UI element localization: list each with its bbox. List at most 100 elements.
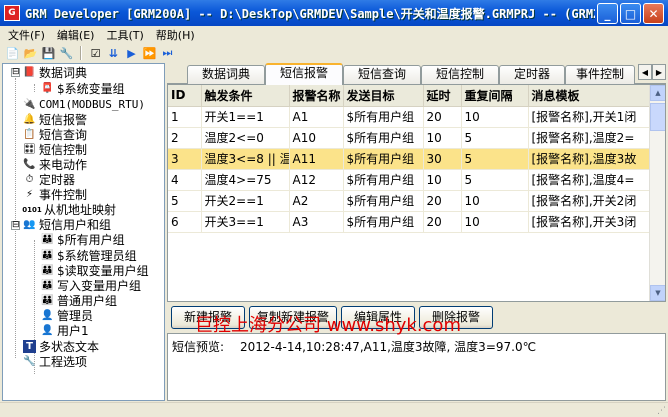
step-icon[interactable]: ⏭ bbox=[160, 46, 175, 61]
table-cell: 10 bbox=[461, 106, 529, 128]
column-header-id[interactable]: ID bbox=[168, 85, 202, 107]
tree-item-normal-group[interactable]: 👪 普通用户组 bbox=[41, 293, 117, 308]
tree-item-event-control[interactable]: ⚡ 事件控制 bbox=[23, 187, 87, 202]
tree-item-sms-users[interactable]: 👥 短信用户和组 bbox=[23, 217, 111, 232]
table-cell: $所有用户组 bbox=[343, 190, 424, 212]
table-row[interactable]: 2 温度2<=0 A10 $所有用户组 10 5 [报警名称],温度2= bbox=[168, 127, 651, 149]
table-cell: 30 bbox=[423, 148, 462, 170]
user-group-icon: 👪 bbox=[41, 280, 54, 291]
bell-icon: 🔔 bbox=[23, 114, 36, 125]
play-icon[interactable]: ▶ bbox=[124, 46, 139, 61]
table-row[interactable]: 4 温度4>=75 A12 $所有用户组 10 5 [报警名称],温度4= bbox=[168, 169, 651, 191]
table-row[interactable]: 6 开关3==1 A3 $所有用户组 20 10 [报警名称],开关3闭 bbox=[168, 211, 651, 233]
tree-item-label: $所有用户组 bbox=[57, 233, 125, 247]
menu-help[interactable]: 帮助(H) bbox=[152, 27, 199, 43]
table-cell: 2 bbox=[168, 127, 202, 149]
table-row[interactable]: 1 开关1==1 A1 $所有用户组 20 10 [报警名称],开关1闭 bbox=[168, 106, 651, 128]
tab-scroll-right-icon[interactable]: ▶ bbox=[652, 64, 666, 80]
column-header-alarm-name[interactable]: 报警名称 bbox=[289, 85, 344, 107]
tree-item-administrator[interactable]: 👤 管理员 bbox=[41, 308, 93, 323]
column-header-trigger[interactable]: 触发条件 bbox=[201, 85, 290, 107]
table-row[interactable]: 5 开关2==1 A2 $所有用户组 20 10 [报警名称],开关2闭 bbox=[168, 190, 651, 212]
table-cell: [报警名称],温度3故 bbox=[528, 148, 651, 170]
tree-item-system-vars[interactable]: 📮 $系统变量组 bbox=[41, 81, 124, 96]
control-icon: 🎛 bbox=[23, 144, 36, 155]
alarm-table[interactable]: ID 触发条件 报警名称 发送目标 延时 重复间隔 消息模板 1 开关1==1 … bbox=[167, 84, 666, 302]
tree-item-read-group[interactable]: 👪 $读取变量用户组 bbox=[41, 263, 148, 278]
minimize-button[interactable]: _ bbox=[597, 3, 618, 24]
tree-item-sms-alarm[interactable]: 🔔 短信报警 bbox=[23, 112, 87, 127]
table-cell: A3 bbox=[289, 211, 344, 233]
table-vertical-scrollbar[interactable]: ▲ ▼ bbox=[649, 85, 665, 301]
checklist-icon[interactable]: ☑ bbox=[88, 46, 103, 61]
sms-preview-text: 2012-4-14,10:28:47,A11,温度3故障, 温度3=97.0℃ bbox=[240, 340, 537, 354]
open-icon[interactable]: 📂 bbox=[23, 46, 38, 61]
serial-port-icon: 🔌 bbox=[23, 99, 36, 110]
tree-item-multistate-text[interactable]: T 多状态文本 bbox=[23, 339, 99, 354]
maximize-button[interactable]: □ bbox=[620, 3, 641, 24]
tab-sms-query[interactable]: 短信查询 bbox=[343, 65, 421, 84]
tree-item-label: COM1(MODBUS_RTU) bbox=[39, 98, 145, 111]
scrollbar-thumb[interactable] bbox=[650, 103, 665, 131]
tree-item-sms-control[interactable]: 🎛 短信控制 bbox=[23, 142, 87, 157]
menu-file[interactable]: 文件(F) bbox=[4, 27, 49, 43]
tab-sms-alarm[interactable]: 短信报警 bbox=[265, 63, 343, 85]
table-row-selected[interactable]: 3 温度3<=8 || 温 A11 $所有用户组 30 5 [报警名称],温度3… bbox=[168, 148, 651, 170]
menu-tools[interactable]: 工具(T) bbox=[102, 27, 147, 43]
sms-preview-panel: 短信预览: 2012-4-14,10:28:47,A11,温度3故障, 温度3=… bbox=[167, 333, 666, 401]
scroll-down-icon[interactable]: ▼ bbox=[650, 285, 665, 301]
tree-item-all-users-group[interactable]: 👪 $所有用户组 bbox=[41, 232, 125, 247]
column-header-repeat[interactable]: 重复间隔 bbox=[461, 85, 529, 107]
forward-icon[interactable]: ⏩ bbox=[142, 46, 157, 61]
column-header-template[interactable]: 消息模板 bbox=[528, 85, 651, 107]
menu-bar: 文件(F) 编辑(E) 工具(T) 帮助(H) bbox=[0, 26, 668, 44]
text-icon: T bbox=[23, 340, 36, 353]
table-cell: [报警名称],开关1闭 bbox=[528, 106, 651, 128]
table-cell: 3 bbox=[168, 148, 202, 170]
project-tree[interactable]: ⊟ 📕 数据词典 📮 $系统变量组 🔌 COM1(MODBUS_RTU) 🔔 短… bbox=[2, 63, 165, 401]
save-icon[interactable]: 💾 bbox=[41, 46, 56, 61]
download-icon[interactable]: ⇊ bbox=[106, 46, 121, 61]
table-cell: 1 bbox=[168, 106, 202, 128]
tree-connector bbox=[15, 78, 16, 358]
tab-scroll-left-icon[interactable]: ◀ bbox=[638, 64, 652, 80]
tree-item-data-dictionary[interactable]: 📕 数据词典 bbox=[23, 65, 87, 80]
user-group-icon: 👪 bbox=[41, 295, 54, 306]
tab-data-dictionary[interactable]: 数据词典 bbox=[187, 65, 265, 84]
tree-expander[interactable]: ⊟ bbox=[11, 221, 20, 230]
table-cell: A12 bbox=[289, 169, 344, 191]
address-map-icon: 0101 bbox=[22, 205, 42, 214]
table-cell: [报警名称],温度2= bbox=[528, 127, 651, 149]
tree-item-write-group[interactable]: 👪 写入变量用户组 bbox=[41, 278, 141, 293]
new-icon[interactable]: 📄 bbox=[5, 46, 20, 61]
tree-item-admin-group[interactable]: 👪 $系统管理员组 bbox=[41, 248, 136, 263]
toolbar: 📄 📂 💾 🔧 ☑ ⇊ ▶ ⏩ ⏭ bbox=[0, 44, 668, 62]
tab-sms-control[interactable]: 短信控制 bbox=[421, 65, 499, 84]
resize-grip-icon[interactable]: ⋰ bbox=[657, 406, 666, 416]
tab-timer[interactable]: 定时器 bbox=[499, 65, 565, 84]
scroll-up-icon[interactable]: ▲ bbox=[650, 85, 665, 101]
tree-item-project-options[interactable]: 🔧 工程选项 bbox=[23, 354, 87, 369]
close-button[interactable]: ✕ bbox=[643, 3, 664, 24]
user-group-icon: 👪 bbox=[41, 234, 54, 245]
tree-item-sms-query[interactable]: 📋 短信查询 bbox=[23, 127, 87, 142]
tree-item-incoming-call[interactable]: 📞 来电动作 bbox=[23, 157, 87, 172]
tab-event-control[interactable]: 事件控制 bbox=[565, 65, 635, 84]
menu-edit[interactable]: 编辑(E) bbox=[53, 27, 99, 43]
window-title: GRM Developer [GRM200A] -- D:\DeskTop\GR… bbox=[25, 6, 595, 21]
tools-icon[interactable]: 🔧 bbox=[59, 46, 74, 61]
column-header-target[interactable]: 发送目标 bbox=[343, 85, 424, 107]
table-cell: 20 bbox=[423, 211, 462, 233]
table-cell: [报警名称],开关3闭 bbox=[528, 211, 651, 233]
tree-expander[interactable]: ⊟ bbox=[11, 68, 20, 77]
variable-group-icon: 📮 bbox=[41, 83, 54, 94]
title-bar[interactable]: G GRM Developer [GRM200A] -- D:\DeskTop\… bbox=[0, 0, 668, 26]
tree-item-user1[interactable]: 👤 用户1 bbox=[41, 323, 88, 338]
tree-item-slave-address-map[interactable]: 0101 从机地址映射 bbox=[22, 202, 116, 217]
tree-item-com1[interactable]: 🔌 COM1(MODBUS_RTU) bbox=[23, 97, 145, 112]
table-cell: $所有用户组 bbox=[343, 169, 424, 191]
user-group-icon: 👪 bbox=[41, 265, 54, 276]
tab-strip: 数据词典 短信报警 短信查询 短信控制 定时器 事件控制 ◀ ▶ bbox=[167, 63, 666, 85]
column-header-delay[interactable]: 延时 bbox=[423, 85, 462, 107]
tree-item-timer[interactable]: ⏱ 定时器 bbox=[23, 172, 75, 187]
